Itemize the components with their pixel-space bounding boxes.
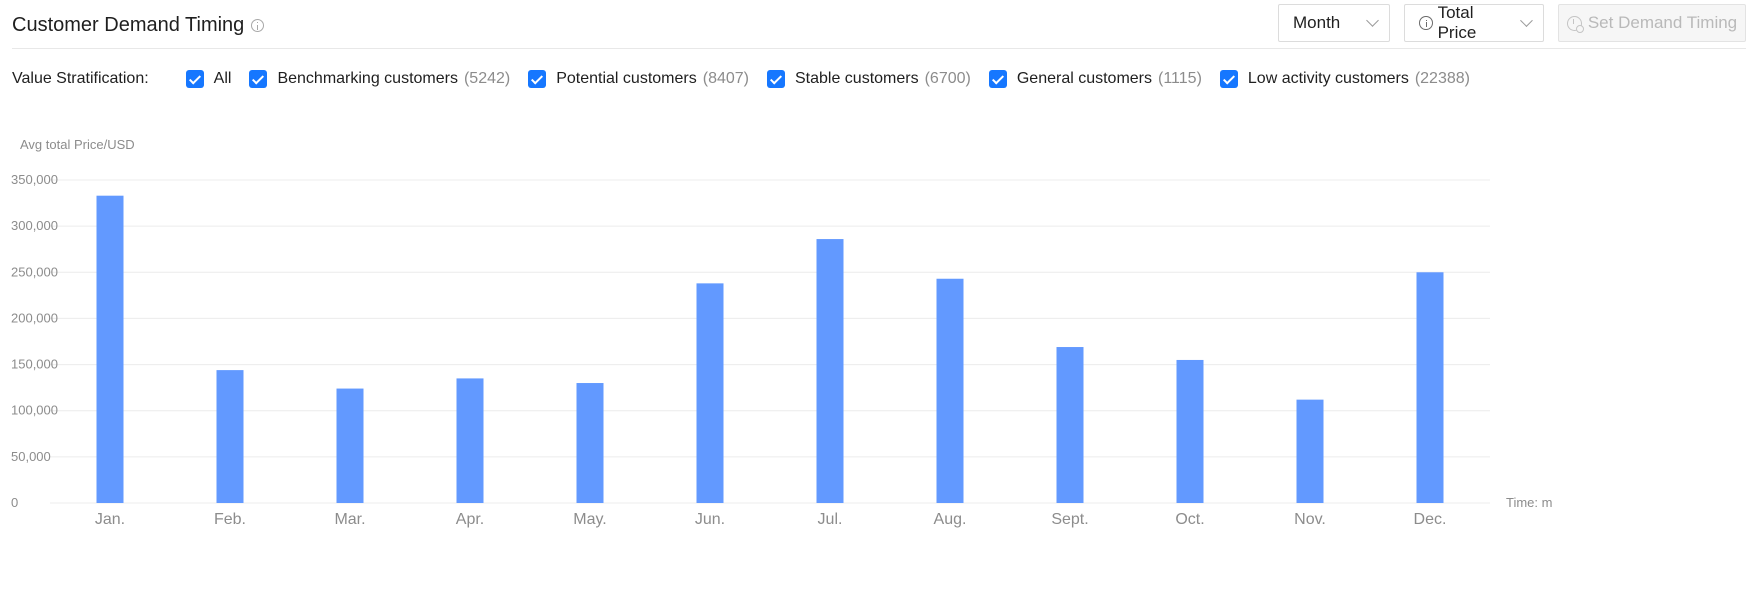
bar-jul[interactable] bbox=[816, 239, 844, 503]
bar-may[interactable] bbox=[576, 383, 604, 503]
y-axis-title: Avg total Price/USD bbox=[20, 137, 135, 152]
filter-label-text: General customers bbox=[1016, 70, 1153, 87]
page-title: Customer Demand Timing bbox=[12, 13, 245, 36]
x-tick-label: Feb. bbox=[214, 511, 246, 528]
filter-count: (5242) bbox=[463, 70, 511, 87]
header-controls: Month Total Price Set Demand Timing bbox=[1264, 3, 1746, 43]
checkbox-checked-icon[interactable] bbox=[249, 70, 268, 88]
filter-all-checkbox[interactable]: All bbox=[185, 70, 232, 88]
y-tick-label: 0 bbox=[11, 495, 18, 510]
x-tick-label: Jul. bbox=[818, 511, 843, 528]
x-tick-label: Sept. bbox=[1051, 511, 1088, 528]
chevron-down-icon bbox=[1366, 14, 1379, 27]
filter-potential-checkbox[interactable]: Potential customers (8407) bbox=[528, 70, 749, 88]
checkbox-checked-icon[interactable] bbox=[766, 70, 785, 88]
filter-count: (6700) bbox=[924, 70, 971, 87]
x-tick-label: Aug. bbox=[934, 511, 967, 528]
set-demand-timing-button[interactable]: Set Demand Timing bbox=[1558, 4, 1746, 42]
bar-sept[interactable] bbox=[1056, 347, 1084, 503]
info-icon[interactable] bbox=[251, 18, 265, 32]
x-tick-label: Nov. bbox=[1294, 511, 1326, 528]
filter-benchmarking-checkbox[interactable]: Benchmarking customers (5242) bbox=[249, 70, 510, 88]
x-axis-title: Time: m bbox=[1506, 495, 1552, 510]
filter-label-text: Low activity customers bbox=[1247, 70, 1409, 87]
filter-label: Value Stratification: bbox=[12, 70, 149, 87]
y-tick-label: 150,000 bbox=[11, 357, 58, 372]
x-tick-label: Mar. bbox=[334, 511, 365, 528]
x-tick-label: May. bbox=[573, 511, 606, 528]
filter-stable-checkbox[interactable]: Stable customers (6700) bbox=[766, 70, 971, 88]
x-tick-label: Dec. bbox=[1414, 511, 1447, 528]
checkbox-checked-icon[interactable] bbox=[528, 70, 547, 88]
metric-select-inner: Total Price bbox=[1419, 3, 1514, 43]
checkbox-checked-icon[interactable] bbox=[1219, 70, 1238, 88]
filter-items: All Benchmarking customers (5242) Potential… bbox=[185, 70, 1488, 88]
period-select-value: Month bbox=[1293, 13, 1341, 32]
metric-select[interactable]: Total Price bbox=[1404, 3, 1544, 43]
filter-count: (1115) bbox=[1158, 70, 1202, 87]
title-wrap: Customer Demand Timing bbox=[12, 10, 265, 40]
x-tick-label: Apr. bbox=[456, 511, 484, 528]
metric-select-value: Total Price bbox=[1437, 3, 1477, 42]
filter-low-activity-checkbox[interactable]: Low activity customers (22388) bbox=[1219, 70, 1470, 88]
x-tick-label: Jun. bbox=[695, 511, 725, 528]
x-tick-label: Jan. bbox=[95, 511, 125, 528]
header: Customer Demand Timing Month Total Price… bbox=[12, 0, 1746, 56]
x-tick-label: Oct. bbox=[1175, 511, 1204, 528]
bar-mar[interactable] bbox=[336, 388, 364, 503]
checkbox-checked-icon[interactable] bbox=[185, 70, 204, 88]
bar-oct[interactable] bbox=[1176, 359, 1204, 503]
value-stratification-filter: Value Stratification: All Benchmarking cu… bbox=[12, 66, 1488, 92]
y-tick-label: 50,000 bbox=[11, 449, 51, 464]
bar-jan[interactable] bbox=[96, 195, 124, 503]
bar-nov[interactable] bbox=[1296, 399, 1324, 503]
checkbox-checked-icon[interactable] bbox=[988, 70, 1007, 88]
y-tick-label: 200,000 bbox=[11, 310, 58, 325]
filter-label-text: Potential customers bbox=[556, 70, 697, 87]
bar-feb[interactable] bbox=[216, 370, 244, 503]
y-tick-label: 100,000 bbox=[11, 403, 58, 418]
y-tick-label: 300,000 bbox=[11, 218, 58, 233]
period-select[interactable]: Month bbox=[1278, 4, 1390, 42]
divider bbox=[12, 48, 1746, 49]
info-icon bbox=[1419, 16, 1433, 30]
y-tick-label: 250,000 bbox=[11, 264, 58, 279]
y-tick-label: 350,000 bbox=[11, 172, 58, 187]
filter-label-text: Benchmarking customers bbox=[277, 70, 458, 87]
bar-dec[interactable] bbox=[1416, 272, 1444, 503]
set-demand-timing-label: Set Demand Timing bbox=[1587, 13, 1738, 32]
bar-jun[interactable] bbox=[696, 283, 724, 503]
demand-bar-chart: Avg total Price/USD 0 50,000 100,000 150,000… bbox=[11, 137, 1552, 528]
filter-count: (8407) bbox=[702, 70, 749, 87]
filter-general-checkbox[interactable]: General customers (1115) bbox=[988, 70, 1202, 88]
filter-label-text: All bbox=[213, 70, 232, 87]
bar-aug[interactable] bbox=[936, 278, 964, 503]
filter-count: (22388) bbox=[1414, 70, 1470, 87]
chevron-down-icon bbox=[1520, 14, 1533, 27]
filter-label-text: Stable customers bbox=[794, 70, 919, 87]
timing-settings-icon bbox=[1566, 15, 1584, 33]
bar-apr[interactable] bbox=[456, 378, 484, 503]
